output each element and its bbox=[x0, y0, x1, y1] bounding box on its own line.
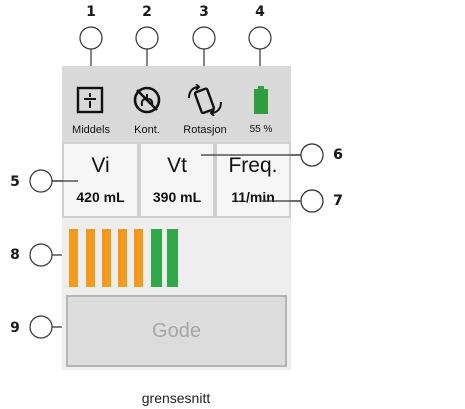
callout-number-6-top: 6 bbox=[333, 147, 343, 163]
level-bar-3 bbox=[102, 229, 111, 287]
level-bar-4 bbox=[118, 229, 127, 287]
figure-caption: grensesnitt bbox=[141, 390, 211, 406]
callout-number-7-top: 7 bbox=[333, 193, 343, 209]
level-bar-6 bbox=[151, 229, 162, 287]
level-bar-5 bbox=[134, 229, 143, 287]
level-bar-2 bbox=[86, 229, 95, 287]
gode-button[interactable]: Gode bbox=[66, 295, 287, 367]
level-bar-1 bbox=[69, 229, 78, 287]
level-bar-7 bbox=[167, 229, 178, 287]
